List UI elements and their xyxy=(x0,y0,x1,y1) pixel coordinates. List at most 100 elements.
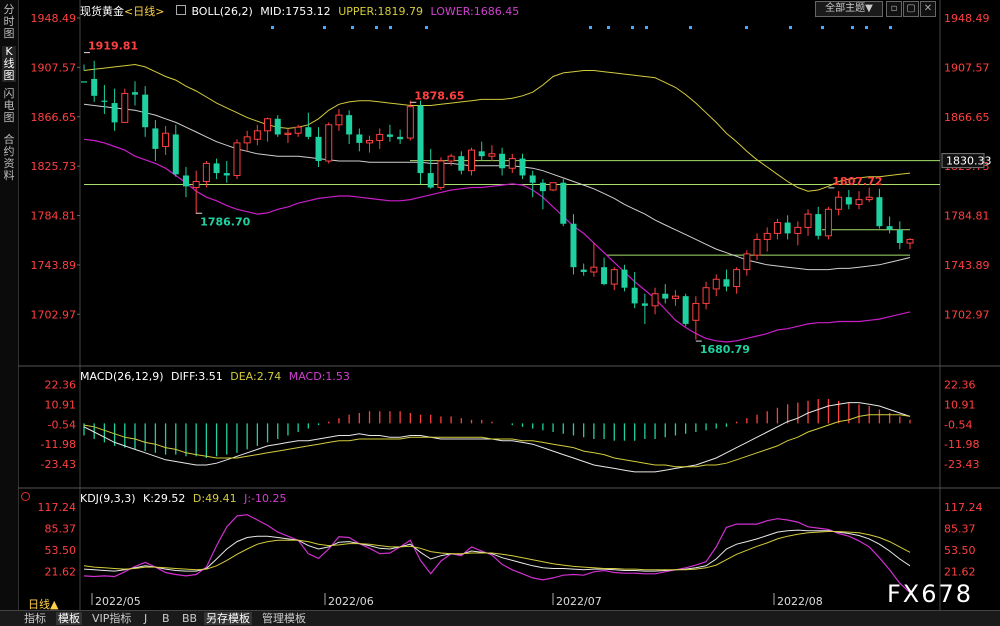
extreme-label: 1807.72 xyxy=(832,175,882,188)
x-tick-label: 2022/05 xyxy=(95,595,141,608)
kdj-tick-right: 21.62 xyxy=(944,565,976,578)
signal-dot xyxy=(389,26,392,29)
candle-body xyxy=(417,105,424,174)
signal-dot xyxy=(851,26,854,29)
tab-indicator[interactable]: 指标 xyxy=(22,612,48,625)
price-tag: 1830.33 xyxy=(946,155,992,168)
tab-vip-indicator[interactable]: VIP指标 xyxy=(90,612,133,625)
candle-body xyxy=(702,287,710,304)
candle-body xyxy=(692,302,700,321)
candle-body xyxy=(253,130,261,140)
candle-body xyxy=(315,136,322,161)
macd-tick-left: -11.98 xyxy=(41,438,76,451)
bottom-toolbar: 指标 模板 VIP指标 J B BB 另存模板 管理模板 xyxy=(0,610,1000,626)
candle-body xyxy=(641,303,648,306)
extreme-label: 1878.65 xyxy=(414,89,464,102)
macd-tick-right: -11.98 xyxy=(944,438,979,451)
candle-body xyxy=(906,238,914,244)
signal-dot xyxy=(323,26,326,29)
candle-body xyxy=(264,118,272,132)
candle-body xyxy=(753,238,761,256)
candle-body xyxy=(172,134,179,175)
candle-body xyxy=(824,208,832,237)
candle-body xyxy=(570,223,577,268)
price-tick-left: 1702.97 xyxy=(31,308,77,321)
signal-dot xyxy=(689,26,692,29)
price-tick-right: 1866.65 xyxy=(944,111,990,124)
candle-body xyxy=(397,136,404,140)
price-tick-right: 1907.57 xyxy=(944,61,990,74)
price-tick-left: 1743.89 xyxy=(31,259,77,272)
candle-body xyxy=(223,173,230,176)
signal-dot xyxy=(351,26,354,29)
candle-body xyxy=(773,222,781,234)
macd-tick-right: -0.54 xyxy=(944,418,972,431)
candle-body xyxy=(447,155,455,162)
candle-body xyxy=(274,118,281,135)
candle-body xyxy=(243,136,251,144)
candle-body xyxy=(152,128,159,149)
candle-body xyxy=(662,293,669,299)
candle-body xyxy=(233,142,241,176)
candle-body xyxy=(458,156,465,171)
kdj-tick-left: 53.50 xyxy=(45,544,77,557)
candle-body xyxy=(346,115,353,135)
candle-body xyxy=(855,199,863,205)
signal-dot xyxy=(607,26,610,29)
tab-b[interactable]: B xyxy=(160,612,172,625)
candle-body xyxy=(601,267,608,285)
candle-body xyxy=(712,278,720,290)
tab-manage-template[interactable]: 管理模板 xyxy=(260,612,308,625)
boll-mid-line xyxy=(83,103,911,271)
extreme-label: 1919.81 xyxy=(88,40,138,53)
candle-body xyxy=(876,197,883,227)
candle-body xyxy=(886,226,893,230)
candle-body xyxy=(81,81,87,83)
candle-body xyxy=(305,127,312,137)
candle-body xyxy=(162,132,170,148)
macd-tick-left: 22.36 xyxy=(45,379,77,392)
candle-body xyxy=(427,173,434,188)
candle-body xyxy=(478,151,485,157)
tab-bb[interactable]: BB xyxy=(180,612,199,625)
candle-body xyxy=(804,213,812,228)
candle-body xyxy=(91,78,98,96)
candle-body xyxy=(468,149,476,172)
macd-tick-right: 10.91 xyxy=(944,398,976,411)
tab-j[interactable]: J xyxy=(142,612,149,625)
candle-body xyxy=(192,181,200,189)
price-tick-left: 1784.81 xyxy=(31,210,77,223)
candle-body xyxy=(386,134,393,137)
tab-template[interactable]: 模板 xyxy=(56,612,82,625)
candle-body xyxy=(845,197,852,205)
candle-body xyxy=(121,92,129,123)
candle-body xyxy=(671,295,679,300)
candle-body xyxy=(539,182,546,192)
candle-body xyxy=(437,160,445,189)
candle-body xyxy=(202,162,210,183)
fx678-logo: FX678 xyxy=(887,580,974,608)
x-tick-label: 2022/08 xyxy=(777,595,823,608)
tab-save-template[interactable]: 另存模板 xyxy=(204,612,252,625)
candle-body xyxy=(376,133,384,141)
candle-body xyxy=(366,139,374,144)
candle-body xyxy=(835,196,843,210)
kdj-tick-left: 85.37 xyxy=(45,523,77,536)
signal-dot xyxy=(645,26,648,29)
chart-canvas[interactable]: 1948.49 1948.49 1907.57 1907.57 1866.65 1866.… xyxy=(0,0,1000,610)
candle-body xyxy=(284,132,292,135)
signal-dot xyxy=(631,26,634,29)
signal-dot xyxy=(589,26,592,29)
candle-body xyxy=(560,182,567,224)
price-tick-left: 1825.73 xyxy=(31,160,77,173)
candle-body xyxy=(763,232,771,240)
candle-body xyxy=(406,106,414,139)
macd-tick-left: -0.54 xyxy=(48,418,76,431)
candle-body xyxy=(519,158,526,176)
candle-body xyxy=(723,279,730,287)
price-tick-right: 1702.97 xyxy=(944,308,990,321)
price-tick-right: 1784.81 xyxy=(944,210,990,223)
candle-body xyxy=(794,226,802,234)
kdj-tick-right: 117.24 xyxy=(944,501,983,514)
candle-body xyxy=(865,196,873,201)
